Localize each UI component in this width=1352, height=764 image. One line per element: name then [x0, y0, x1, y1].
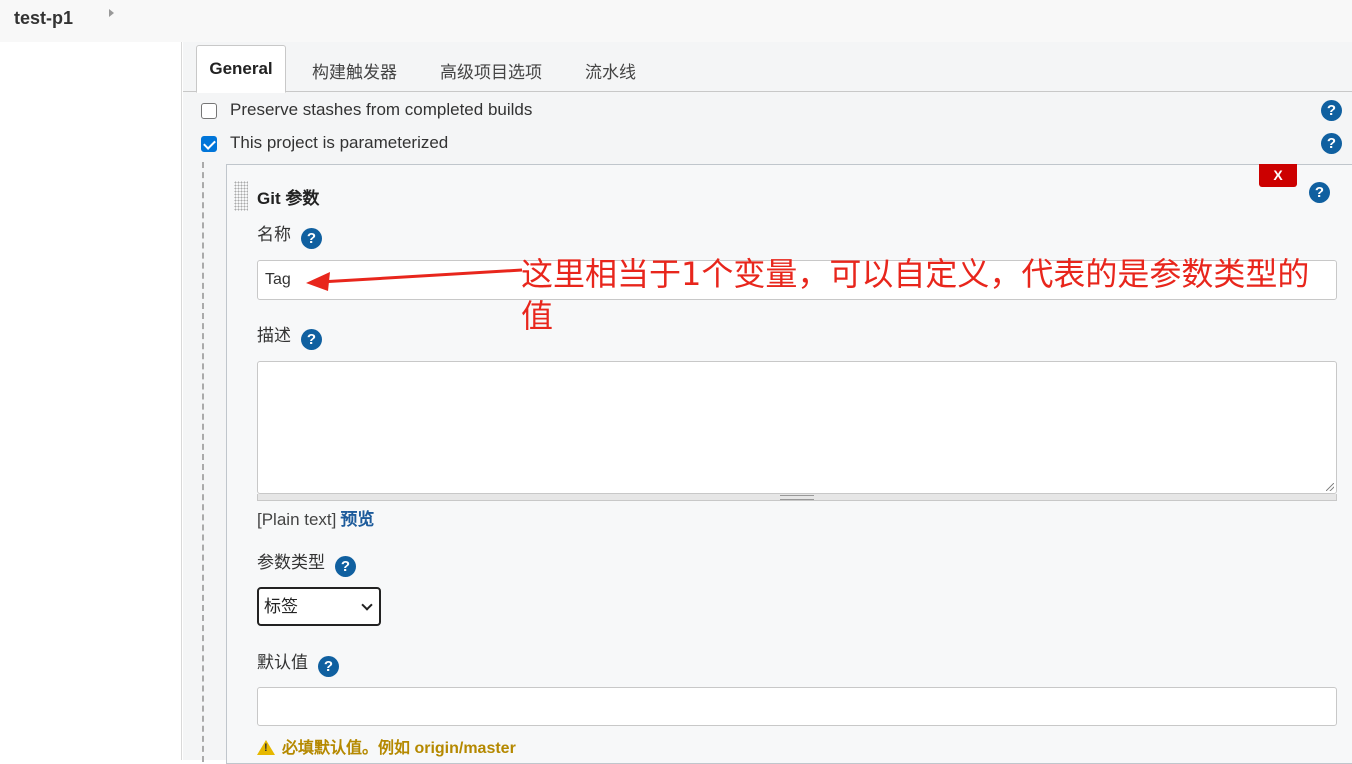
nesting-guide [202, 162, 204, 762]
name-help-icon[interactable]: ? [301, 228, 322, 249]
default-warning: 必填默认值。例如 origin/master [257, 734, 516, 758]
param-help-icon[interactable]: ? [1309, 182, 1330, 203]
parameterized-checkbox[interactable] [201, 136, 217, 152]
name-label-text: 名称 [257, 225, 291, 244]
tab-general[interactable]: General [196, 45, 286, 93]
default-label-text: 默认值 [257, 653, 308, 672]
description-textarea[interactable] [257, 361, 1337, 494]
default-help-icon[interactable]: ? [318, 656, 339, 677]
tab-pipeline[interactable]: 流水线 [585, 58, 636, 83]
config-form: General 构建触发器 高级项目选项 流水线 Preserve stashe… [183, 42, 1352, 764]
preserve-stashes-checkbox[interactable] [201, 103, 217, 119]
annotation-arrow [306, 268, 523, 291]
default-field-label: 默认值? [257, 648, 339, 677]
preview-link[interactable]: 预览 [340, 510, 374, 529]
preserve-stashes-help-icon[interactable]: ? [1321, 100, 1342, 121]
drag-handle-icon[interactable] [234, 181, 248, 211]
tab-build-triggers[interactable]: 构建触发器 [312, 58, 397, 83]
name-field-label: 名称? [257, 220, 322, 249]
type-label-text: 参数类型 [257, 553, 325, 572]
parameter-type-value: 标签 [264, 597, 298, 616]
description-label-text: 描述 [257, 326, 291, 345]
default-warning-text: 必填默认值。例如 origin/master [282, 740, 516, 757]
description-field-label: 描述? [257, 321, 322, 350]
annotation-arrow-head [306, 272, 330, 291]
parameterized-label: This project is parameterized [230, 133, 449, 152]
description-help-icon[interactable]: ? [301, 329, 322, 350]
markup-plain-text: [Plain text] [257, 510, 337, 529]
chevron-right-icon[interactable] [109, 9, 114, 17]
default-value-input[interactable] [257, 687, 1337, 726]
breadcrumb: test-p1 [0, 0, 1352, 42]
annotation-text: 这里相当于1个变量，可以自定义，代表的是参数类型的值 [521, 255, 1310, 335]
warning-icon [257, 740, 275, 755]
tab-advanced-options[interactable]: 高级项目选项 [440, 58, 542, 83]
annotation-arrow-line [319, 268, 523, 284]
delete-parameter-button[interactable]: X [1259, 164, 1297, 187]
markup-hint: [Plain text] 预览 [257, 505, 374, 530]
param-title: Git 参数 [257, 189, 320, 208]
breadcrumb-project[interactable]: test-p1 [14, 8, 73, 29]
parameterized-help-icon[interactable]: ? [1321, 133, 1342, 154]
type-field-label: 参数类型? [257, 548, 356, 577]
preserve-stashes-label: Preserve stashes from completed builds [230, 100, 533, 119]
parameter-type-select[interactable]: 标签 [257, 587, 381, 626]
tab-bar: General 构建触发器 高级项目选项 流水线 [183, 42, 1352, 93]
resize-grip-icon[interactable] [1326, 483, 1334, 491]
textarea-resize-bar[interactable] [257, 494, 1337, 501]
type-help-icon[interactable]: ? [335, 556, 356, 577]
chevron-down-icon [361, 599, 373, 611]
side-panel [0, 42, 182, 760]
